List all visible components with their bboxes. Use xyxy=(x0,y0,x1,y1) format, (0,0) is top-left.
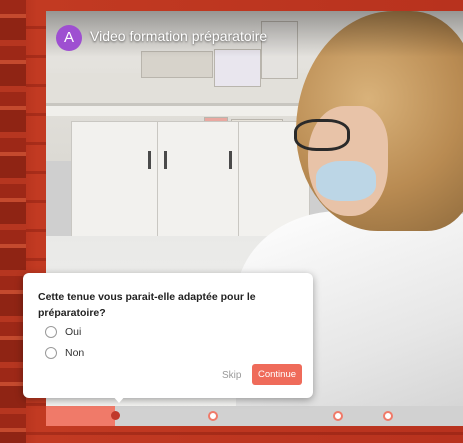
cabinet-handle xyxy=(148,151,151,169)
timeline-progress xyxy=(46,406,115,426)
scene-cabinet xyxy=(157,121,239,238)
video-title-bar: A Video formation préparatoire xyxy=(46,11,463,57)
radio-button[interactable] xyxy=(45,347,57,359)
quiz-option-oui[interactable]: Oui xyxy=(45,325,81,339)
channel-avatar[interactable]: A xyxy=(56,25,82,51)
quiz-popup: Cette tenue vous parait-elle adaptée pou… xyxy=(23,273,313,398)
popup-arrow xyxy=(112,395,126,403)
quiz-option-non[interactable]: Non xyxy=(45,346,84,360)
continue-button[interactable]: Continue xyxy=(252,364,302,385)
radio-button[interactable] xyxy=(45,326,57,338)
timeline-marker[interactable] xyxy=(332,411,343,421)
video-title[interactable]: Video formation préparatoire xyxy=(90,28,267,44)
quiz-question: Cette tenue vous parait-elle adaptée pou… xyxy=(38,291,256,319)
person-glasses xyxy=(294,119,350,151)
quiz-option-label: Non xyxy=(65,347,85,359)
quiz-option-label: Oui xyxy=(65,326,82,338)
timeline-playhead[interactable] xyxy=(110,411,120,420)
person-mask xyxy=(316,161,376,201)
scene-cabinet xyxy=(71,121,158,238)
cabinet-handle xyxy=(164,151,167,169)
video-timeline[interactable] xyxy=(46,406,463,426)
cabinet-handle xyxy=(229,151,232,169)
skip-button[interactable]: Skip xyxy=(222,370,241,381)
timeline-marker[interactable] xyxy=(207,411,218,421)
timeline-marker[interactable] xyxy=(382,411,393,421)
